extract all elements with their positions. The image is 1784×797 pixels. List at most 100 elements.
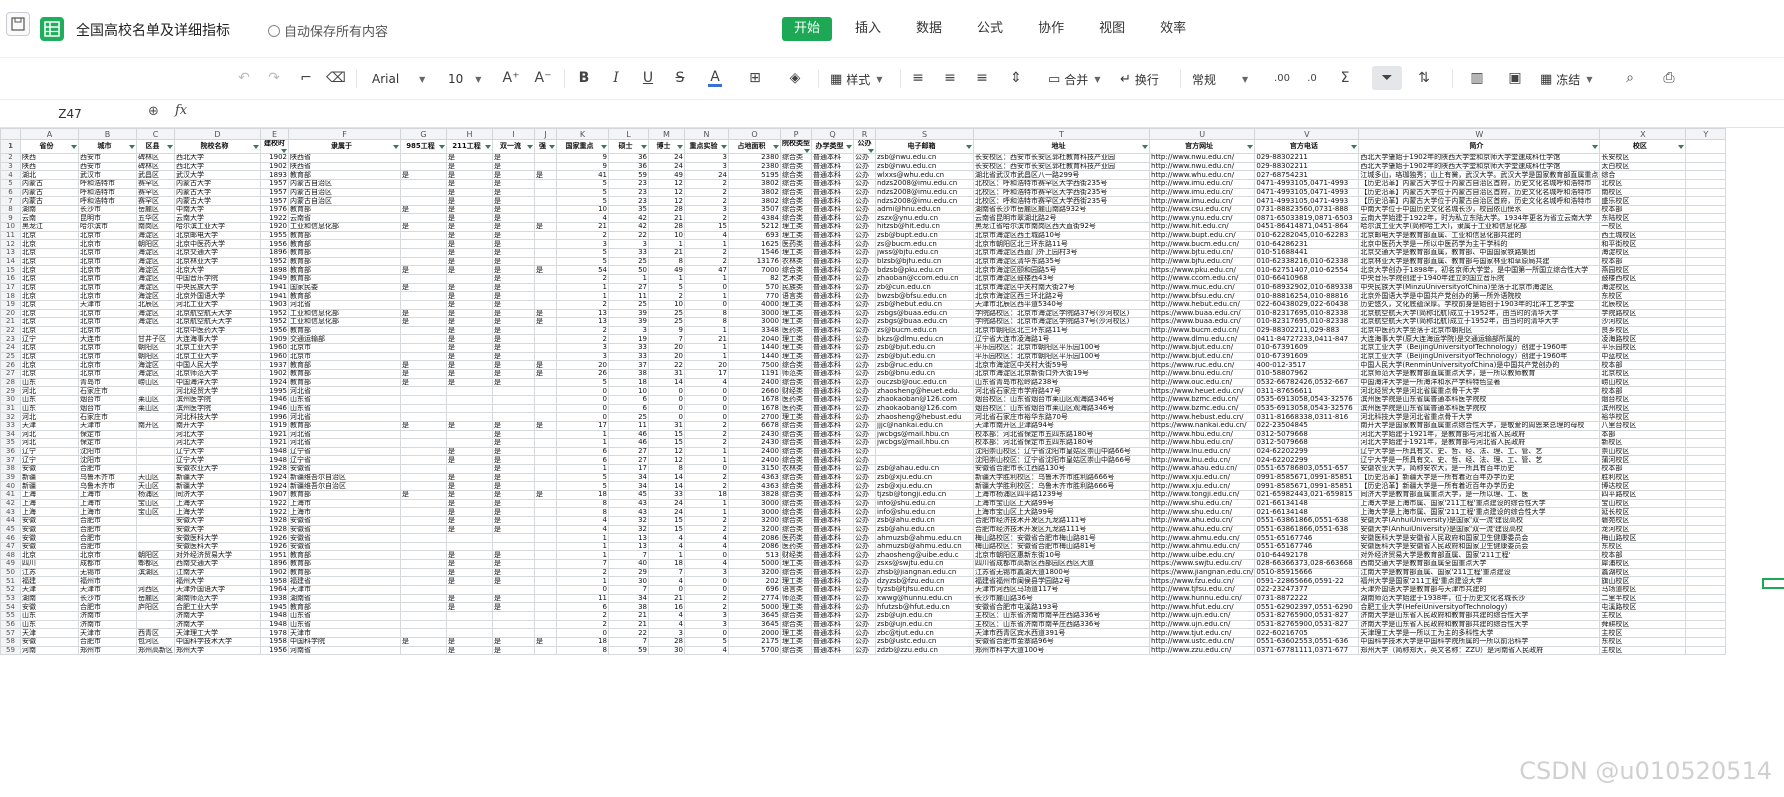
- table-cell[interactable]: 1928: [260, 515, 289, 526]
- table-cell[interactable]: 合肥市: [78, 602, 137, 612]
- table-cell[interactable]: 17: [684, 369, 729, 379]
- header-cell[interactable]: 简介: [1358, 139, 1601, 154]
- table-cell[interactable]: 42: [608, 213, 649, 224]
- table-cell[interactable]: 郑州高新区: [136, 645, 175, 656]
- table-cell[interactable]: 公办: [853, 360, 876, 370]
- row-number[interactable]: 43: [0, 507, 21, 517]
- filter-dropdown-icon[interactable]: [71, 145, 77, 149]
- table-cell[interactable]: 朝阳区: [136, 351, 175, 362]
- table-cell[interactable]: 赛罕区: [136, 187, 175, 198]
- table-cell[interactable]: 北京工业大学（BeijingUniversityofTechnology）创建于…: [1358, 343, 1601, 353]
- table-cell[interactable]: 3: [556, 343, 609, 353]
- table-cell[interactable]: 长沙市麓山路36号: [973, 593, 1150, 604]
- row-number[interactable]: 46: [0, 533, 21, 543]
- filter-dropdown-icon[interactable]: [1142, 145, 1148, 149]
- table-cell[interactable]: 综合类: [780, 498, 812, 509]
- table-cell[interactable]: [446, 619, 493, 630]
- table-cell[interactable]: 莱山区: [136, 394, 175, 405]
- row-number[interactable]: 18: [0, 291, 21, 301]
- table-cell[interactable]: 0: [684, 299, 729, 310]
- table-cell[interactable]: 0: [684, 394, 729, 405]
- table-cell[interactable]: 2: [684, 178, 729, 189]
- table-cell[interactable]: 公办: [853, 153, 876, 163]
- table-cell[interactable]: 教育部: [288, 204, 401, 215]
- table-cell[interactable]: 公办: [853, 248, 876, 258]
- table-cell[interactable]: 4: [684, 541, 729, 552]
- table-cell[interactable]: [136, 464, 175, 474]
- table-cell[interactable]: 滨州医学院: [174, 394, 261, 405]
- table-cell[interactable]: 1922: [260, 498, 289, 509]
- table-cell[interactable]: 是: [400, 204, 447, 215]
- table-cell[interactable]: 河北科技大学: [174, 412, 261, 422]
- table-cell[interactable]: 燕园校区: [1599, 265, 1687, 275]
- table-cell[interactable]: 安徽: [20, 524, 79, 535]
- table-cell[interactable]: 是: [446, 325, 493, 336]
- table-cell[interactable]: [1685, 239, 1727, 250]
- table-cell[interactable]: [1685, 455, 1727, 466]
- table-cell[interactable]: 湖北省武汉市武昌区八一路299号: [973, 170, 1150, 180]
- row-number[interactable]: 8: [0, 204, 21, 215]
- table-cell[interactable]: http://www.nwu.edu.cn/: [1148, 161, 1256, 172]
- header-cell[interactable]: 占地面积: [728, 139, 781, 154]
- row-number[interactable]: 2: [0, 153, 21, 163]
- table-cell[interactable]: 2: [556, 334, 609, 345]
- table-cell[interactable]: 是: [492, 230, 535, 241]
- table-cell[interactable]: 朝阳区: [136, 550, 175, 561]
- table-cell[interactable]: 是: [492, 299, 535, 310]
- row-number[interactable]: 34: [0, 429, 21, 440]
- table-cell[interactable]: 1995: [260, 386, 289, 396]
- table-cell[interactable]: 1625: [728, 239, 781, 250]
- table-cell[interactable]: 35: [608, 204, 649, 215]
- table-cell[interactable]: 是: [492, 377, 535, 388]
- table-cell[interactable]: 是: [492, 524, 535, 535]
- table-cell[interactable]: 公办: [853, 481, 876, 491]
- table-cell[interactable]: 北京: [20, 369, 79, 379]
- table-cell[interactable]: https://www.fzu.edu.cn/: [1148, 576, 1256, 587]
- table-cell[interactable]: 是: [492, 550, 535, 561]
- table-cell[interactable]: [400, 593, 447, 604]
- table-cell[interactable]: 12: [648, 455, 685, 466]
- table-cell[interactable]: http://www.hit.edu.cn/: [1148, 222, 1256, 232]
- table-cell[interactable]: 普通本科: [811, 377, 854, 388]
- table-cell[interactable]: 7: [648, 334, 685, 345]
- table-cell[interactable]: 河北经贸大学是河北省属重点骨干大学: [1358, 386, 1601, 396]
- table-cell[interactable]: 3200: [728, 524, 781, 535]
- table-cell[interactable]: 北京市: [78, 351, 137, 362]
- table-cell[interactable]: 5: [556, 256, 609, 267]
- table-cell[interactable]: [1685, 256, 1727, 267]
- table-cell[interactable]: wlxxs@whu.edu.cn: [875, 170, 974, 180]
- table-cell[interactable]: [1685, 343, 1727, 353]
- table-cell[interactable]: [400, 464, 447, 474]
- table-cell[interactable]: 新疆维吾尔自治区: [288, 472, 401, 483]
- table-cell[interactable]: 普通本科: [811, 360, 854, 370]
- table-cell[interactable]: 8: [556, 645, 609, 656]
- table-cell[interactable]: 029-88302211,029-883: [1254, 325, 1360, 336]
- filter-dropdown-icon[interactable]: [966, 145, 972, 149]
- table-cell[interactable]: 是: [446, 343, 493, 353]
- table-cell[interactable]: 46: [608, 429, 649, 440]
- table-cell[interactable]: 是: [492, 273, 535, 284]
- table-cell[interactable]: 综合: [1599, 170, 1687, 180]
- table-cell[interactable]: 027-68754231: [1254, 170, 1360, 180]
- table-cell[interactable]: 33: [608, 351, 649, 362]
- table-cell[interactable]: 公办: [853, 204, 876, 215]
- column-header[interactable]: W: [1358, 128, 1601, 140]
- table-cell[interactable]: [1685, 204, 1727, 215]
- header-cell[interactable]: 院校名称: [174, 139, 261, 154]
- table-cell[interactable]: 1: [684, 498, 729, 509]
- table-cell[interactable]: 2086: [728, 541, 781, 552]
- table-cell[interactable]: http://www.xju.edu.cn/: [1148, 472, 1256, 483]
- table-cell[interactable]: 2: [684, 481, 729, 491]
- table-cell[interactable]: zb@cun.edu.cn: [875, 282, 974, 293]
- table-cell[interactable]: [1685, 334, 1727, 345]
- table-cell[interactable]: 15: [648, 515, 685, 526]
- table-cell[interactable]: 赛罕区: [136, 178, 175, 189]
- table-cell[interactable]: 南开大学是国家教育部直属重点综合性大学，是敬爱的周恩来总理的母校: [1358, 420, 1601, 431]
- table-cell[interactable]: 1909: [260, 334, 289, 345]
- table-cell[interactable]: [1685, 593, 1727, 604]
- table-cell[interactable]: 北京: [20, 360, 79, 370]
- table-cell[interactable]: https://www.buaa.edu.cn/: [1148, 317, 1256, 327]
- table-cell[interactable]: 16: [648, 602, 685, 612]
- table-cell[interactable]: http://www.tongji.edu.cn/: [1148, 490, 1256, 500]
- merge-button[interactable]: ▭ 合并 ▼: [1048, 68, 1106, 90]
